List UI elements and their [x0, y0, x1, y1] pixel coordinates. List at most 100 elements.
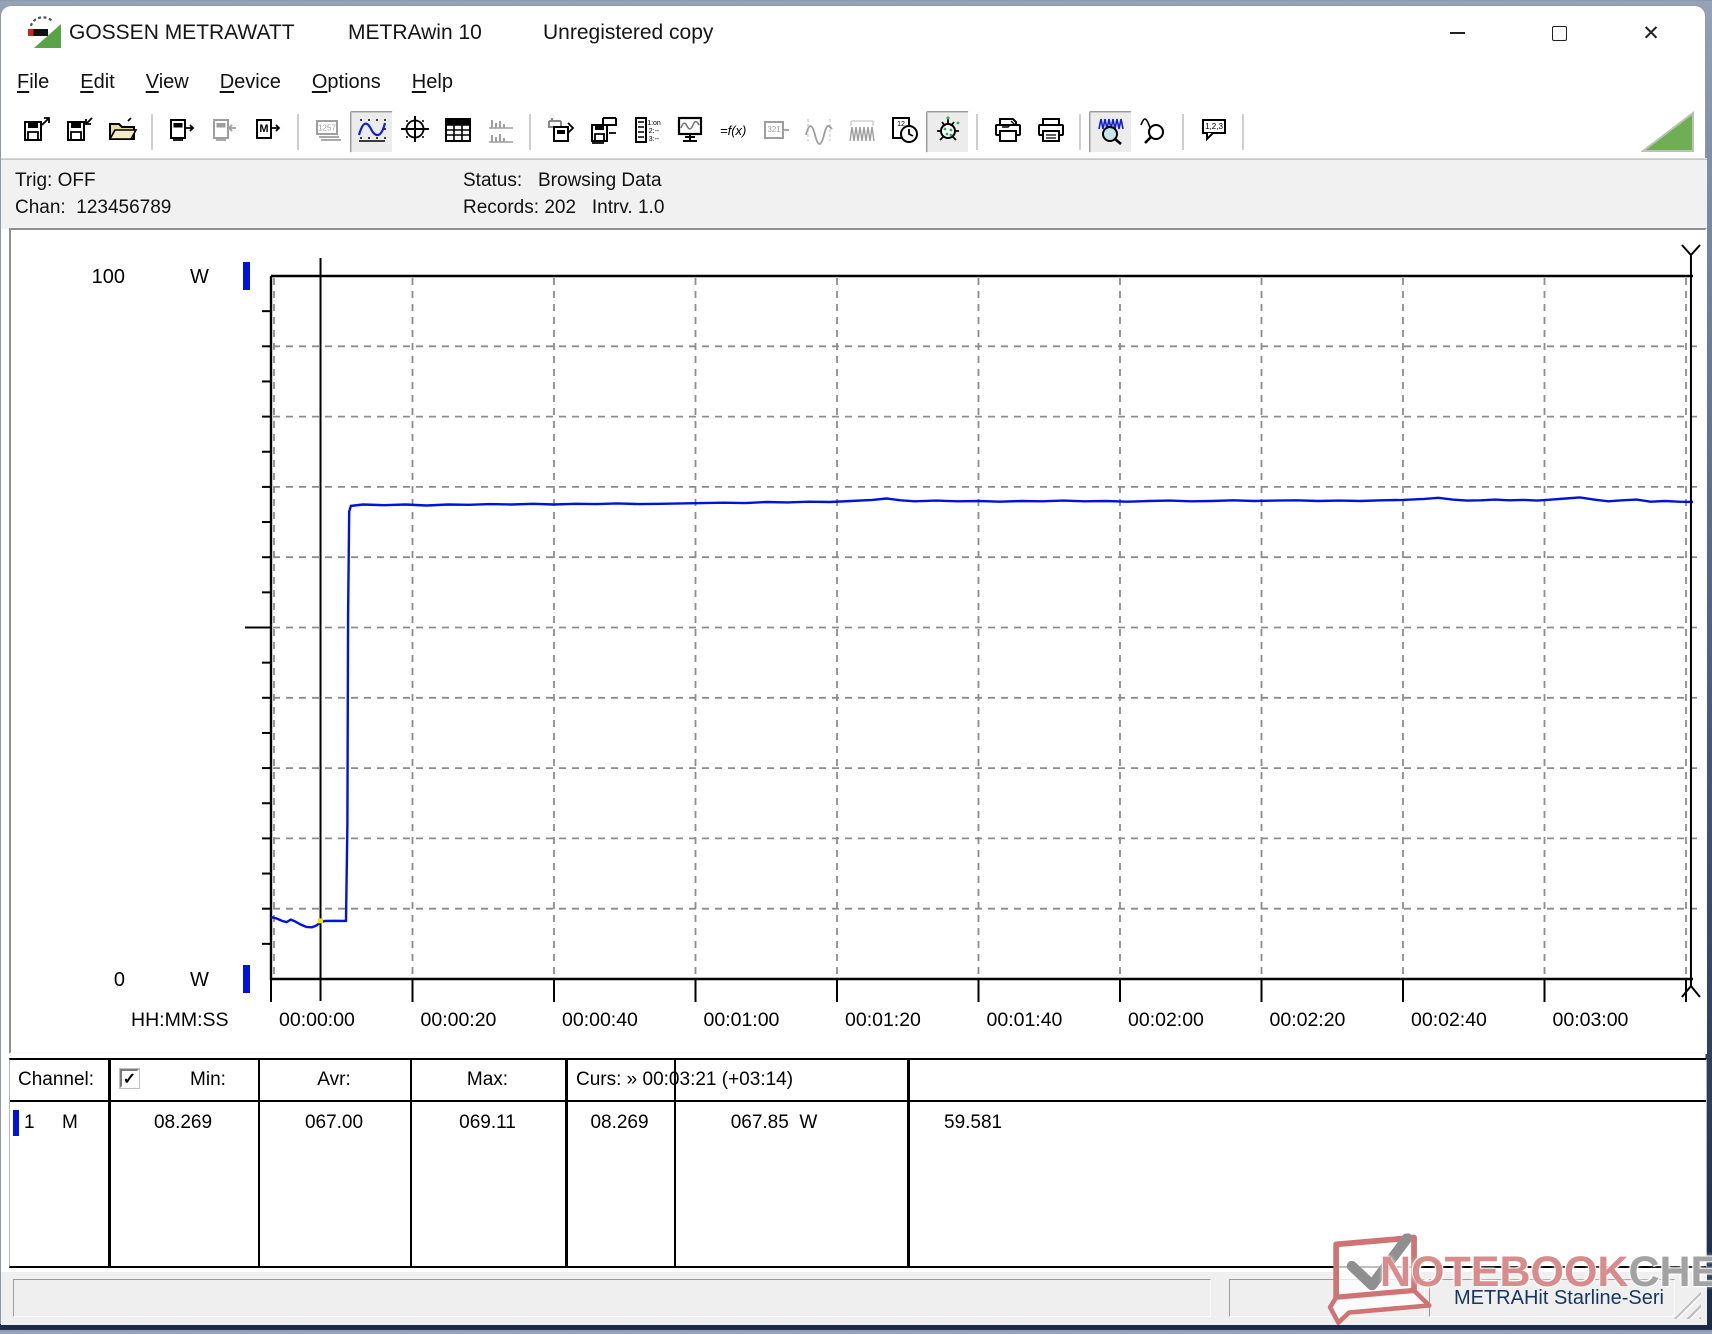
data-series-channel-1 [270, 496, 1694, 929]
product-title: METRAwin 10 [348, 21, 482, 44]
save-file-button[interactable] [15, 111, 58, 153]
formula-button[interactable]: =f(x) [711, 111, 754, 153]
time-settings-button[interactable]: 12 [883, 111, 926, 153]
svg-text:1:on: 1:on [647, 120, 661, 127]
print-button[interactable] [1029, 111, 1072, 153]
write-device-button [204, 111, 247, 153]
statusbar-device-panel: METRAHit Starline-Seri [1429, 1279, 1675, 1317]
device-floppy-icon [589, 115, 619, 150]
meter-digits-icon: 321 [761, 115, 791, 150]
save-as-button[interactable] [58, 111, 101, 153]
x-tick-label: 00:01:20 [845, 1009, 921, 1031]
channel-marker-top [243, 262, 250, 290]
spider-icon [933, 115, 963, 150]
status-records-info: Status: Browsing Data Records: 202 Intrv.… [463, 167, 664, 221]
minimize-button[interactable] [1439, 17, 1475, 49]
display-digits-icon: 1257 [314, 115, 344, 150]
x-tick-label: 00:00:20 [421, 1009, 497, 1031]
row-channel-number: 1 [24, 1112, 35, 1133]
menu-item-device[interactable]: Device [220, 71, 281, 94]
status-bar: METRAHit Starline-Seri [1, 1272, 1707, 1325]
header-channel: Channel: [18, 1069, 95, 1090]
header-max: Max: [466, 1069, 509, 1090]
row-max-value: 069.11 [459, 1112, 516, 1133]
menu-item-options[interactable]: Options [312, 71, 381, 94]
header-avr: Avr: [317, 1069, 351, 1090]
zoom-curve-button[interactable] [1089, 111, 1132, 153]
cursor-2-bottom-handle[interactable] [1681, 979, 1701, 998]
x-tick-label: 00:00:00 [279, 1009, 355, 1031]
cursor-2-top-handle[interactable] [1681, 244, 1701, 264]
zoom-wave-icon [1096, 115, 1126, 150]
annotation-button[interactable]: 1,2,3 [1192, 111, 1235, 153]
status-value: Browsing Data [538, 170, 662, 191]
zoom-out-button[interactable] [1132, 111, 1175, 153]
channel-marker-bottom [243, 965, 250, 993]
svg-text:1257: 1257 [318, 123, 336, 132]
transfer-icon [546, 115, 576, 150]
y-unit-bottom: W [190, 969, 209, 991]
x-tick-label: 00:01:00 [704, 1009, 780, 1031]
open-file-button[interactable] [101, 111, 144, 153]
read-memory-button[interactable]: M [247, 111, 290, 153]
channel-visible-checkbox[interactable]: ✓ [120, 1069, 139, 1088]
trig-value: OFF [57, 170, 96, 191]
title-bar: GOSSEN METRAWATT METRAwin 10 Unregistere… [1, 6, 1705, 58]
zoom-plain-icon [1139, 115, 1169, 150]
channel-list-icon: 1:on 2:-- 3:-- [632, 115, 662, 150]
print-preview-button[interactable] [986, 111, 1029, 153]
menu-item-help[interactable]: Help [412, 71, 453, 94]
menu-item-view[interactable]: View [146, 71, 189, 94]
x-tick-label: 00:02:00 [1128, 1009, 1204, 1031]
row-cursor1-value: 08.269 [590, 1112, 649, 1133]
numeric-display-button: 1257 [307, 111, 350, 153]
trigger-channel-info: Trig: OFF Chan: 123456789 [15, 167, 171, 221]
store-to-file-button[interactable] [582, 111, 625, 153]
table-icon [443, 115, 473, 150]
header-min: Min: [190, 1069, 226, 1090]
license-status: Unregistered copy [543, 21, 714, 44]
app-icon [27, 15, 63, 51]
curve-icon [357, 115, 387, 150]
status-label: Status: [463, 170, 523, 191]
svg-text:=f(x): =f(x) [720, 123, 746, 138]
toolbar: M 1257 1:on 2:-- 3:-- =f(x) 321 12 1,2,3 [1, 106, 1707, 159]
toolbar-separator [529, 114, 532, 150]
svg-text:M: M [259, 123, 268, 135]
toolbar-separator [1242, 114, 1245, 150]
row-channel-mode: M [62, 1112, 78, 1133]
clock-doc-icon: 12 [890, 115, 920, 150]
curve-chart-button[interactable] [350, 111, 393, 153]
trend-chart[interactable]: 00:00:00 00:00:20 00:00:40 00:01:00 00:01:20… [11, 230, 1705, 1052]
crosshair-icon [400, 115, 430, 150]
y-min-label: 0 [114, 969, 125, 991]
row-delta-value: 59.581 [944, 1112, 1003, 1133]
y-max-label: 100 [92, 266, 125, 288]
menu-item-file[interactable]: File [17, 71, 49, 94]
logger-trap-button[interactable] [926, 111, 969, 153]
resize-grip[interactable] [1671, 1289, 1701, 1319]
printer-page-icon [993, 115, 1023, 150]
row-cursor2-value: 067.85 W [730, 1112, 818, 1133]
records-label: Records: [463, 197, 540, 218]
xy-view-button[interactable] [393, 111, 436, 153]
y-unit-top: W [190, 266, 209, 288]
close-button[interactable]: ✕ [1633, 17, 1669, 49]
x-axis-format-label: HH:MM:SS [131, 1009, 229, 1031]
monitor-button[interactable] [668, 111, 711, 153]
floppy-out-icon [22, 115, 52, 150]
maximize-button[interactable] [1541, 17, 1577, 49]
x-tick-label: 00:02:40 [1411, 1009, 1487, 1031]
menu-item-edit[interactable]: Edit [80, 71, 114, 94]
records-value: 202 [544, 197, 577, 218]
interval-label: Intrv. [591, 197, 633, 218]
export-transfer-button[interactable] [539, 111, 582, 153]
read-device-button[interactable] [161, 111, 204, 153]
table-column-divider [907, 1060, 910, 1266]
table-view-button[interactable] [436, 111, 479, 153]
chan-label: Chan: [15, 197, 66, 218]
toolbar-separator [297, 114, 300, 150]
floppy-in-icon [65, 115, 95, 150]
toolbar-separator [151, 114, 154, 150]
channel-setup-button[interactable]: 1:on 2:-- 3:-- [625, 111, 668, 153]
